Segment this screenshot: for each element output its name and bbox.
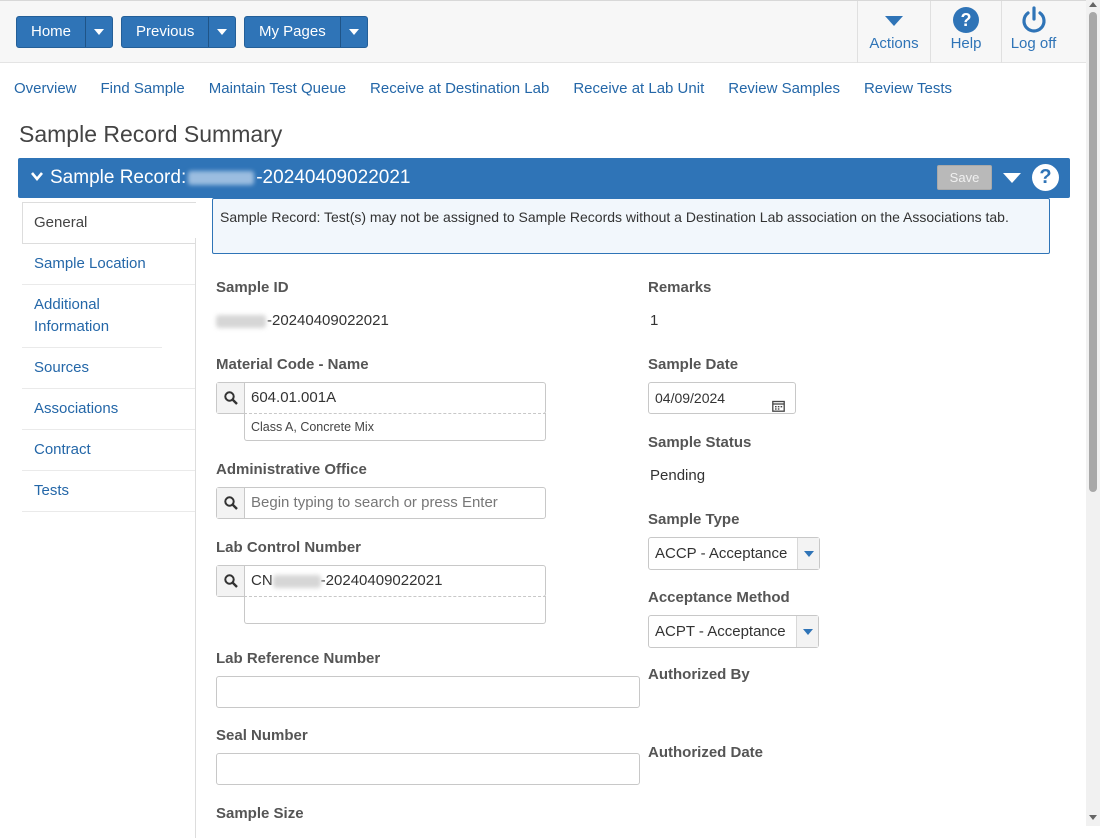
seal-number-input[interactable]	[216, 753, 640, 785]
admin-office-lookup[interactable]: Begin typing to search or press Enter	[216, 487, 546, 519]
save-button[interactable]: Save	[937, 165, 992, 190]
tab-sources[interactable]: Sources	[22, 348, 196, 389]
warning-alert: Sample Record: Test(s) may not be assign…	[212, 198, 1050, 254]
record-header: Sample Record: -20240409022021 Save ?	[18, 158, 1070, 198]
previous-menu-caret-icon[interactable]	[208, 17, 235, 47]
tab-associations[interactable]: Associations	[22, 389, 196, 430]
previous-button[interactable]: Previous	[121, 16, 237, 48]
power-icon	[1020, 1, 1048, 39]
home-button[interactable]: Home	[16, 16, 114, 48]
material-search-icon[interactable]	[217, 383, 245, 413]
sample-type-select[interactable]: ACCP - Acceptance	[648, 537, 820, 570]
tab-additional-information[interactable]: Additional Information	[22, 285, 162, 348]
tab-contract[interactable]: Contract	[22, 430, 196, 471]
actions-caret-icon	[885, 1, 903, 39]
sample-date-input[interactable]: 04/09/2024	[648, 382, 796, 414]
nav-links: Overview Find Sample Maintain Test Queue…	[14, 80, 976, 97]
redacted-id	[188, 170, 255, 185]
lab-control-lookup[interactable]: CN -20240409022021	[216, 565, 546, 597]
acceptance-method-caret-icon[interactable]	[796, 616, 818, 647]
acceptance-method-value: ACPT - Acceptance	[655, 623, 786, 640]
my-pages-menu-caret-icon[interactable]	[339, 17, 367, 47]
lab-control-input[interactable]: CN -20240409022021	[245, 566, 545, 596]
nav-link-find-sample[interactable]: Find Sample	[101, 80, 185, 97]
nav-link-receive-destination-lab[interactable]: Receive at Destination Lab	[370, 80, 549, 97]
remarks-label: Remarks	[648, 279, 712, 296]
my-pages-button-label[interactable]: My Pages	[245, 17, 340, 47]
nav-link-review-samples[interactable]: Review Samples	[728, 80, 840, 97]
log-off-label: Log off	[1010, 35, 1057, 52]
nav-link-review-tests[interactable]: Review Tests	[864, 80, 952, 97]
seal-number-label: Seal Number	[216, 727, 308, 744]
admin-office-input[interactable]: Begin typing to search or press Enter	[245, 488, 545, 518]
record-title-prefix: Sample Record:	[50, 167, 187, 188]
sample-type-value: ACCP - Acceptance	[655, 545, 788, 562]
sample-type-caret-icon[interactable]	[797, 538, 819, 569]
remarks-value: 1	[650, 312, 659, 329]
nav-link-receive-lab-unit[interactable]: Receive at Lab Unit	[573, 80, 704, 97]
actions-menu[interactable]: Actions	[857, 1, 930, 63]
lab-control-description	[244, 596, 546, 624]
record-title: Sample Record: -20240409022021	[50, 167, 411, 189]
nav-link-overview[interactable]: Overview	[14, 80, 77, 97]
authorized-by-label: Authorized By	[648, 666, 750, 683]
record-title-id: -20240409022021	[256, 167, 411, 188]
scroll-down-arrow-icon[interactable]	[1089, 815, 1097, 820]
nav-link-maintain-test-queue[interactable]: Maintain Test Queue	[209, 80, 346, 97]
authorized-date-label: Authorized Date	[648, 744, 764, 761]
admin-office-search-icon[interactable]	[217, 488, 245, 518]
svg-text:?: ?	[961, 10, 972, 30]
calendar-icon[interactable]	[772, 392, 785, 422]
sample-date-value: 04/09/2024	[655, 390, 726, 406]
sample-type-label: Sample Type	[648, 511, 740, 528]
lab-control-suffix: -20240409022021	[320, 572, 443, 589]
home-menu-caret-icon[interactable]	[85, 17, 112, 47]
lab-reference-label: Lab Reference Number	[216, 650, 381, 667]
sample-id-suffix: -20240409022021	[267, 312, 389, 329]
help-button[interactable]: ? Help	[930, 1, 1001, 63]
record-menu-caret-icon[interactable]	[1003, 173, 1021, 183]
help-label: Help	[950, 35, 982, 52]
record-help-icon[interactable]: ?	[1032, 164, 1059, 191]
top-bar: Home Previous My Pages Actions ? Help Lo…	[0, 0, 1086, 63]
lab-control-label: Lab Control Number	[216, 539, 361, 556]
acceptance-method-label: Acceptance Method	[648, 589, 790, 606]
lab-control-prefix: CN	[251, 572, 273, 589]
previous-button-label[interactable]: Previous	[122, 17, 208, 47]
sample-status-value: Pending	[650, 467, 706, 484]
tab-general[interactable]: General	[22, 202, 196, 244]
material-code-lookup[interactable]: 604.01.001A	[216, 382, 546, 414]
sample-id-value: -20240409022021	[216, 312, 389, 329]
help-icon: ?	[952, 1, 980, 39]
admin-office-label: Administrative Office	[216, 461, 367, 478]
sample-id-label: Sample ID	[216, 279, 289, 296]
sample-status-label: Sample Status	[648, 434, 752, 451]
collapse-chevron-icon[interactable]	[30, 169, 44, 188]
material-code-input[interactable]: 604.01.001A	[245, 383, 545, 413]
redacted-sample-prefix	[216, 314, 266, 328]
home-button-label[interactable]: Home	[17, 17, 85, 47]
lab-reference-input[interactable]	[216, 676, 640, 708]
actions-label: Actions	[869, 35, 919, 52]
scroll-up-arrow-icon[interactable]	[1089, 2, 1097, 7]
sample-date-label: Sample Date	[648, 356, 739, 373]
sample-size-label: Sample Size	[216, 805, 304, 822]
acceptance-method-select[interactable]: ACPT - Acceptance	[648, 615, 819, 648]
tab-sample-location[interactable]: Sample Location	[22, 244, 196, 285]
my-pages-button[interactable]: My Pages	[244, 16, 368, 48]
lab-control-search-icon[interactable]	[217, 566, 245, 596]
material-code-label: Material Code - Name	[216, 356, 369, 373]
content-divider	[195, 238, 196, 838]
log-off-button[interactable]: Log off	[1001, 1, 1065, 63]
scroll-thumb[interactable]	[1089, 12, 1097, 492]
section-tabs: General Sample Location Additional Infor…	[22, 202, 196, 512]
material-description: Class A, Concrete Mix	[244, 413, 546, 441]
page-title: Sample Record Summary	[19, 121, 283, 147]
redacted-lab-control	[272, 574, 321, 588]
tab-tests[interactable]: Tests	[22, 471, 196, 512]
page-scrollbar[interactable]	[1086, 0, 1100, 826]
